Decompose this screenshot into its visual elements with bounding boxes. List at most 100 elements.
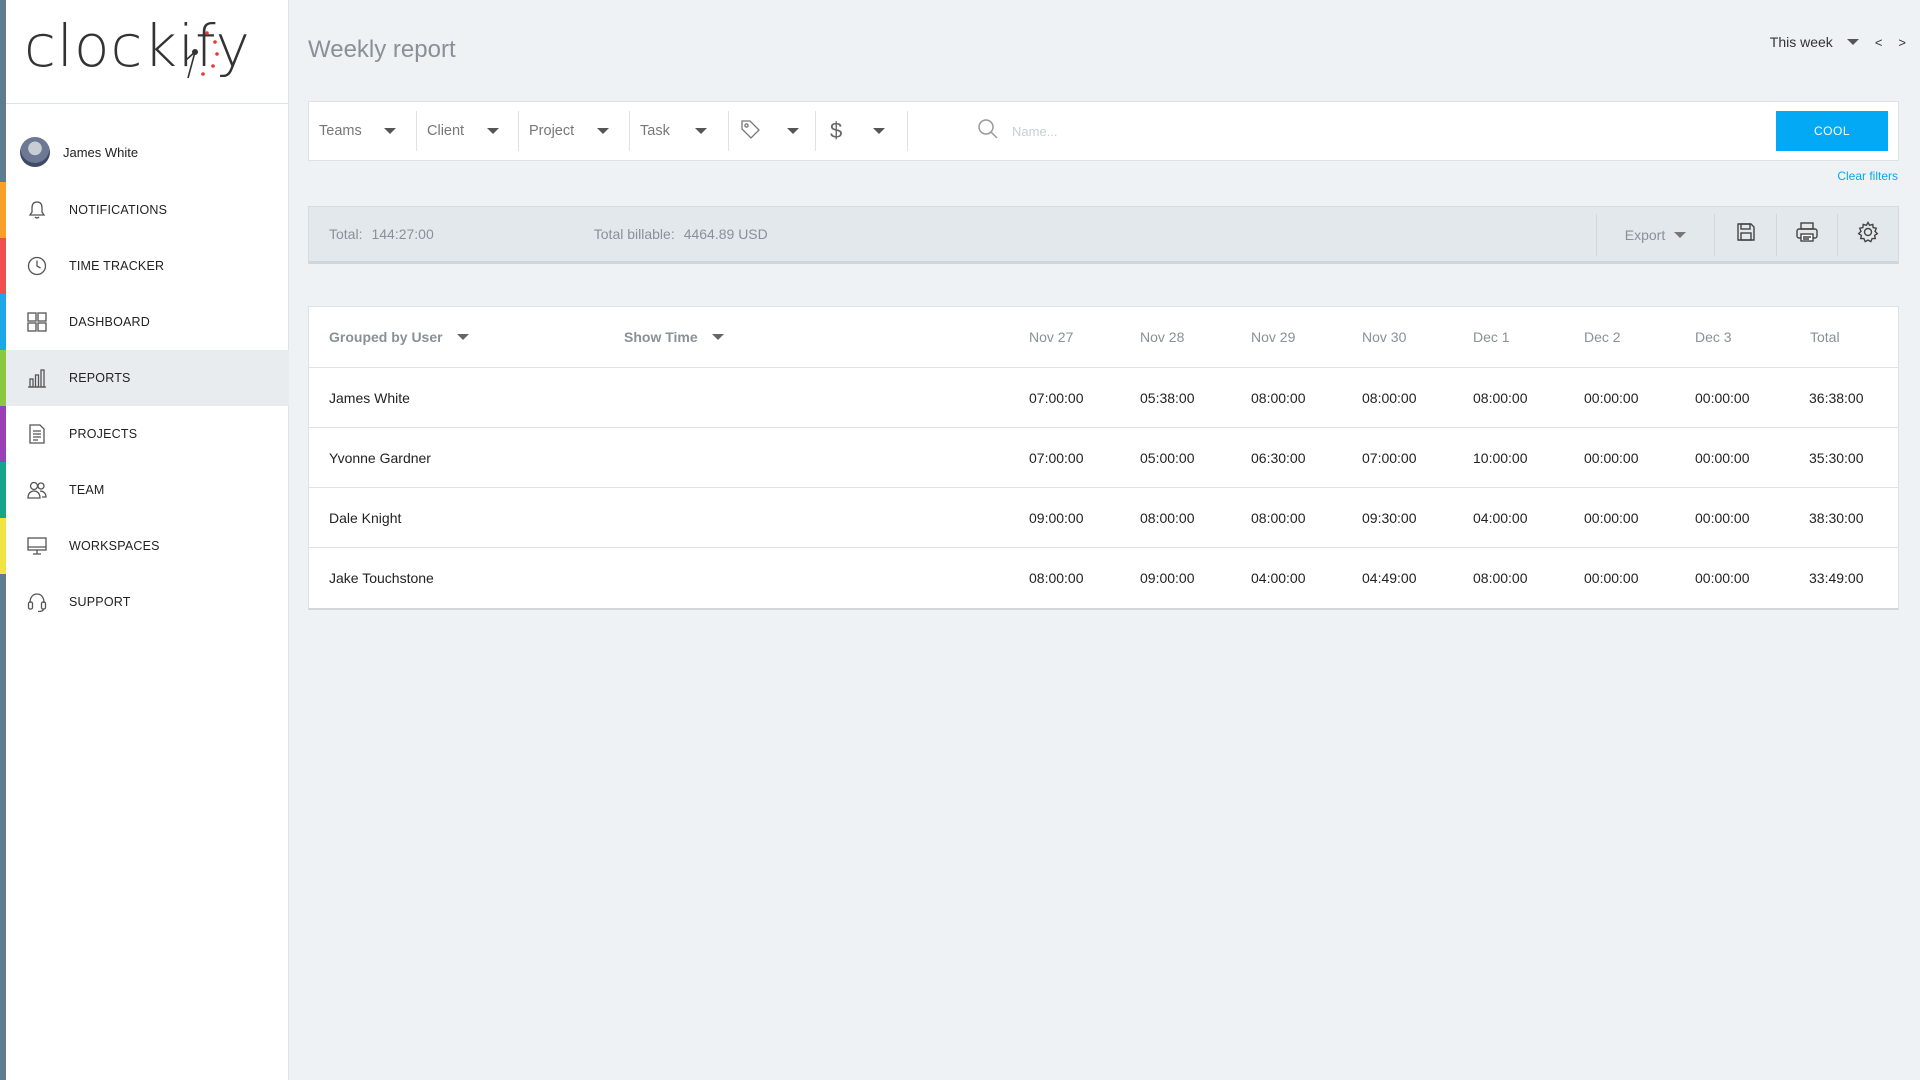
show-time-label: Show Time	[624, 329, 698, 345]
sidebar-item-dashboard[interactable]: DASHBOARD	[6, 294, 289, 350]
filter-label: Task	[640, 123, 670, 139]
time-cell: 08:00:00	[1362, 389, 1417, 406]
row-total-cell: 38:30:00	[1809, 509, 1864, 526]
date-range-select[interactable]: This week	[1770, 34, 1833, 50]
sidebar-item-reports[interactable]: REPORTS	[6, 350, 289, 406]
column-header-day: Nov 30	[1362, 329, 1407, 345]
dollar-icon: $	[830, 118, 843, 143]
date-range-control: This week < >	[1770, 34, 1906, 50]
gear-icon	[1857, 221, 1879, 248]
sidebar-item-support[interactable]: SUPPORT	[6, 574, 289, 630]
time-cell: 08:00:00	[1029, 570, 1084, 586]
time-cell: 00:00:00	[1695, 449, 1750, 466]
user-name-cell: Yvonne Gardner	[329, 449, 431, 466]
group-by-dropdown[interactable]: Grouped by User	[329, 307, 469, 367]
export-dropdown[interactable]: Export	[1596, 213, 1714, 256]
clear-filters-link[interactable]: Clear filters	[1837, 169, 1898, 183]
totals-bar: Total: 144:27:00 Total billable: 4464.89 U…	[308, 206, 1899, 264]
row-total-cell: 36:38:00	[1809, 389, 1864, 406]
search-area	[908, 102, 1776, 160]
time-cell: 07:00:00	[1029, 449, 1084, 466]
settings-button[interactable]	[1837, 213, 1898, 256]
teams-filter[interactable]: Teams	[309, 111, 417, 151]
time-cell: 08:00:00	[1251, 389, 1306, 406]
time-cell: 10:00:00	[1473, 449, 1528, 466]
document-icon	[25, 422, 49, 446]
headset-icon	[25, 590, 49, 614]
logo-clock-icon	[185, 31, 219, 79]
time-cell: 08:00:00	[1473, 389, 1528, 406]
previous-week-button[interactable]: <	[1875, 35, 1883, 50]
time-cell: 00:00:00	[1695, 570, 1750, 586]
apply-filters-button[interactable]: COOL	[1776, 111, 1888, 151]
team-icon	[25, 478, 49, 502]
chevron-down-icon	[1674, 231, 1687, 238]
sidebar-item-team[interactable]: TEAM	[6, 462, 289, 518]
clock-icon	[25, 254, 49, 278]
sidebar-item-label: TIME TRACKER	[69, 259, 165, 273]
chevron-down-icon[interactable]	[1846, 39, 1859, 45]
time-cell: 00:00:00	[1695, 509, 1750, 526]
group-by-label: Grouped by User	[329, 329, 443, 345]
tag-filter[interactable]	[729, 111, 816, 151]
sidebar-nav: NOTIFICATIONS TIME TRACKER DASHBOARD REP…	[6, 182, 289, 630]
report-actions: Export	[1596, 207, 1898, 262]
next-week-button[interactable]: >	[1898, 35, 1906, 50]
chevron-down-icon	[487, 128, 500, 134]
save-icon	[1735, 221, 1757, 248]
time-cell: 09:00:00	[1029, 509, 1084, 526]
time-cell: 09:30:00	[1362, 509, 1417, 526]
billable-filter[interactable]: $	[816, 111, 908, 151]
task-filter[interactable]: Task	[630, 111, 729, 151]
time-cell: 00:00:00	[1584, 570, 1639, 586]
project-filter[interactable]: Project	[519, 111, 630, 151]
sidebar-item-workspaces[interactable]: WORKSPACES	[6, 518, 289, 574]
filter-label: Project	[529, 123, 575, 139]
chevron-down-icon	[456, 334, 469, 340]
sidebar-item-time-tracker[interactable]: TIME TRACKER	[6, 238, 289, 294]
search-input[interactable]	[1012, 123, 1612, 139]
column-header-day: Nov 28	[1140, 329, 1185, 345]
time-cell: 00:00:00	[1584, 509, 1639, 526]
total-label: Total:	[329, 226, 363, 242]
monitor-icon	[25, 534, 49, 558]
column-header-day: Nov 29	[1251, 329, 1296, 345]
time-cell: 05:38:00	[1140, 389, 1195, 406]
row-total-cell: 35:30:00	[1809, 449, 1864, 466]
sidebar-item-label: NOTIFICATIONS	[69, 203, 168, 217]
column-header-day: Dec 3	[1695, 329, 1732, 345]
printer-icon	[1795, 221, 1819, 248]
table-row: Yvonne Gardner 07:00:00 05:00:00 06:30:0…	[309, 428, 1898, 488]
time-cell: 00:00:00	[1584, 389, 1639, 406]
show-time-dropdown[interactable]: Show Time	[624, 307, 724, 367]
table-row: James White 07:00:00 05:38:00 08:00:00 0…	[309, 368, 1898, 428]
time-cell: 04:00:00	[1473, 509, 1528, 526]
user-profile[interactable]: James White	[20, 137, 138, 167]
page-title: Weekly report	[308, 36, 456, 63]
chevron-down-icon	[873, 128, 886, 134]
sidebar-item-notifications[interactable]: NOTIFICATIONS	[6, 182, 289, 238]
sidebar-item-label: REPORTS	[69, 371, 131, 385]
time-cell: 08:00:00	[1251, 509, 1306, 526]
sidebar-item-label: WORKSPACES	[69, 539, 160, 553]
grid-icon	[25, 310, 49, 334]
user-name-cell: James White	[329, 389, 410, 406]
filter-label: Client	[427, 123, 465, 139]
logo[interactable]: clockify	[6, 0, 288, 104]
column-header-total: Total	[1810, 329, 1840, 345]
sidebar-item-projects[interactable]: PROJECTS	[6, 406, 289, 462]
total-value: 144:27:00	[371, 226, 434, 242]
time-cell: 08:00:00	[1473, 570, 1528, 586]
chevron-down-icon	[787, 128, 799, 134]
time-cell: 00:00:00	[1584, 449, 1639, 466]
time-cell: 08:00:00	[1140, 509, 1195, 526]
user-name: James White	[63, 144, 139, 160]
client-filter[interactable]: Client	[417, 111, 519, 151]
bell-icon	[25, 198, 49, 222]
time-cell: 06:30:00	[1251, 449, 1306, 466]
filter-label: Teams	[319, 123, 362, 139]
time-cell: 09:00:00	[1140, 570, 1195, 586]
billable-summary: Total billable: 4464.89 USD	[594, 226, 768, 242]
save-button[interactable]	[1714, 213, 1776, 256]
print-button[interactable]	[1776, 213, 1837, 256]
